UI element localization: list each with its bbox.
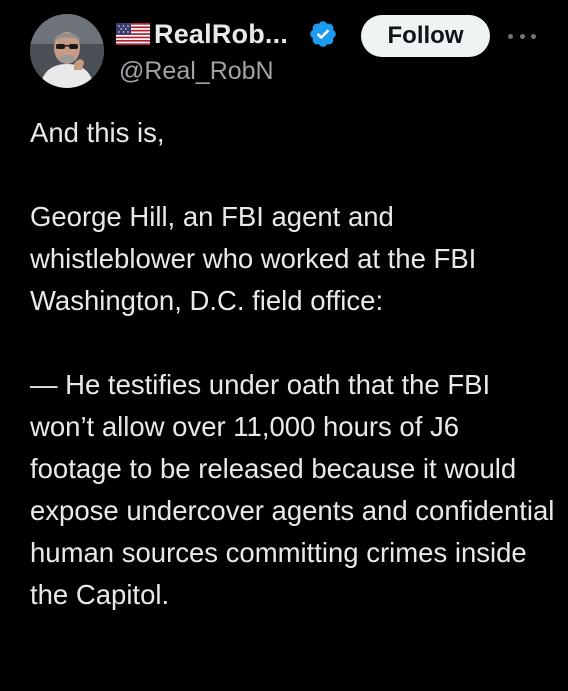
- author-handle[interactable]: @Real_RobN: [119, 57, 274, 86]
- more-dot: [519, 33, 525, 39]
- tweet-paragraph: — He testifies under oath that the FBI w…: [30, 369, 555, 610]
- tweet-paragraph: George Hill, an FBI agent and whistleblo…: [30, 201, 477, 316]
- author-name-row[interactable]: RealRob...: [116, 16, 338, 52]
- us-flag-icon: [116, 23, 150, 45]
- more-dot: [531, 33, 536, 39]
- tweet-text: And this is, George Hill, an FBI agent a…: [30, 112, 555, 616]
- author-display-name[interactable]: RealRob...: [154, 19, 288, 50]
- more-options-icon[interactable]: [508, 28, 536, 44]
- more-dot: [508, 33, 513, 39]
- avatar[interactable]: [30, 14, 104, 88]
- follow-button[interactable]: Follow: [361, 15, 490, 57]
- verified-badge-icon: [308, 19, 338, 49]
- tweet-paragraph: And this is,: [30, 117, 165, 148]
